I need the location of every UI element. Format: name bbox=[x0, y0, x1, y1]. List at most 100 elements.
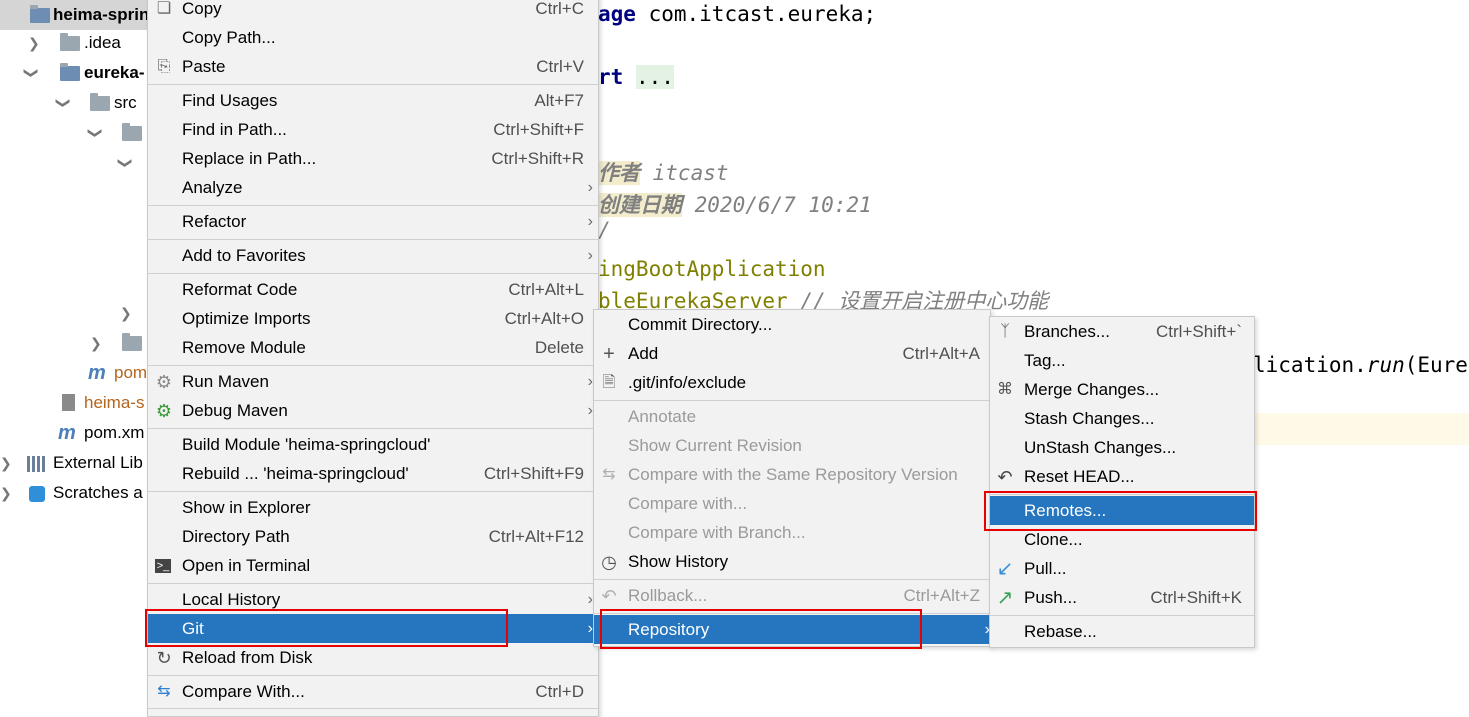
menu-item-directory-path[interactable]: Directory Path Ctrl+Alt+F12 bbox=[148, 522, 598, 551]
menu-item-remove-module[interactable]: Remove Module Delete bbox=[148, 333, 598, 362]
tree-item-root[interactable]: heima-sprin bbox=[0, 0, 150, 30]
separator bbox=[148, 583, 598, 584]
menu-item-shortcut: Ctrl+Alt+F12 bbox=[488, 527, 584, 546]
menu-item-compare-with[interactable]: Compare with... bbox=[594, 489, 990, 518]
code-line-author: 作者 itcast bbox=[598, 157, 729, 189]
menu-item-copy-path[interactable]: Copy Path... bbox=[148, 23, 598, 52]
menu-item-label: Replace in Path... bbox=[182, 149, 317, 168]
chevron-right-icon[interactable]: ❯ bbox=[120, 298, 132, 328]
plus-icon: + bbox=[603, 343, 615, 365]
separator bbox=[148, 428, 598, 429]
tree-item-scratches[interactable]: ❯ Scratches a bbox=[0, 478, 150, 508]
menu-item-merge-changes[interactable]: ⌘ Merge Changes... bbox=[990, 375, 1254, 404]
menu-item-label: Open in Terminal bbox=[182, 556, 311, 575]
chevron-down-icon[interactable]: ❯ bbox=[17, 67, 47, 79]
separator bbox=[594, 400, 990, 401]
menu-item-rollback[interactable]: ↶ Rollback... Ctrl+Alt+Z bbox=[594, 581, 990, 610]
menu-item-commit-directory[interactable]: Commit Directory... bbox=[594, 310, 990, 339]
code-line-run: lication.run(Eure bbox=[1253, 349, 1468, 381]
debug-gear-icon: ⚙ bbox=[155, 401, 173, 421]
menu-item-annotate[interactable]: Annotate bbox=[594, 402, 990, 431]
tree-item-java[interactable]: ❯ bbox=[0, 148, 150, 178]
menu-item-reformat-code[interactable]: Reformat Code Ctrl+Alt+L bbox=[148, 275, 598, 304]
menu-item-git-exclude[interactable]: 🗎 .git/info/exclude bbox=[594, 368, 990, 397]
menu-item-clone[interactable]: Clone... bbox=[990, 525, 1254, 554]
menu-item-shortcut: Ctrl+V bbox=[536, 57, 584, 76]
menu-item-reset-head[interactable]: ↶ Reset HEAD... bbox=[990, 462, 1254, 491]
menu-item-label: Pull... bbox=[1024, 559, 1067, 578]
menu-item-optimize-imports[interactable]: Optimize Imports Ctrl+Alt+O bbox=[148, 304, 598, 333]
menu-item-label: Merge Changes... bbox=[1024, 380, 1160, 399]
tree-item-main[interactable]: ❯ bbox=[0, 118, 150, 148]
separator bbox=[148, 239, 598, 240]
menu-item-label: Optimize Imports bbox=[182, 309, 311, 328]
menu-item-shortcut: Ctrl+Shift+R bbox=[491, 149, 584, 168]
menu-item-label: Tag... bbox=[1024, 351, 1066, 370]
chevron-down-icon[interactable]: ❯ bbox=[49, 97, 79, 109]
menu-item-add-to-favorites[interactable]: Add to Favorites › bbox=[148, 241, 598, 270]
menu-item-show-current-revision[interactable]: Show Current Revision bbox=[594, 431, 990, 460]
menu-item-label: Git bbox=[182, 619, 204, 638]
menu-item-show-in-explorer[interactable]: Show in Explorer bbox=[148, 493, 598, 522]
menu-item-git[interactable]: Git › bbox=[148, 614, 598, 643]
menu-item-stash-changes[interactable]: Stash Changes... bbox=[990, 404, 1254, 433]
menu-item-remotes[interactable]: Remotes... bbox=[990, 496, 1254, 525]
menu-item-compare-with-branch[interactable]: Compare with Branch... bbox=[594, 518, 990, 547]
separator bbox=[148, 84, 598, 85]
chevron-right-icon[interactable]: ❯ bbox=[28, 28, 40, 58]
menu-item-add[interactable]: + Add Ctrl+Alt+A bbox=[594, 339, 990, 368]
menu-item-rebuild[interactable]: Rebuild ... 'heima-springcloud' Ctrl+Shi… bbox=[148, 459, 598, 488]
menu-item-paste[interactable]: ⎘ Paste Ctrl+V bbox=[148, 52, 598, 81]
tree-item-iml[interactable]: heima-s bbox=[0, 388, 150, 418]
menu-item-refactor[interactable]: Refactor › bbox=[148, 207, 598, 236]
menu-item-run-maven[interactable]: ⚙ Run Maven › bbox=[148, 367, 598, 396]
menu-item-show-history[interactable]: ◷ Show History bbox=[594, 547, 990, 576]
tree-item-test[interactable]: ❯ bbox=[0, 328, 150, 358]
menu-item-debug-maven[interactable]: ⚙ Debug Maven › bbox=[148, 396, 598, 425]
menu-item-find-usages[interactable]: Find Usages Alt+F7 bbox=[148, 86, 598, 115]
tree-item-label: .idea bbox=[84, 33, 121, 52]
menu-item-shortcut: Alt+F7 bbox=[534, 91, 584, 110]
folded-imports[interactable]: ... bbox=[635, 65, 674, 89]
code-line-annotation1: ingBootApplication bbox=[598, 253, 826, 285]
menu-item-label: Reset HEAD... bbox=[1024, 467, 1135, 486]
copy-icon: ❏ bbox=[156, 0, 172, 17]
menu-item-compare-same-repo[interactable]: ⇆ Compare with the Same Repository Versi… bbox=[594, 460, 990, 489]
tree-item-resources[interactable]: ❯ bbox=[0, 298, 150, 328]
menu-item-reload-from-disk[interactable]: ↻ Reload from Disk bbox=[148, 643, 598, 672]
chevron-right-icon[interactable]: ❯ bbox=[0, 478, 12, 508]
menu-item-local-history[interactable]: Local History › bbox=[148, 585, 598, 614]
tree-item-src[interactable]: ❯ src bbox=[0, 88, 150, 118]
module-folder-icon bbox=[30, 5, 50, 23]
menu-item-compare-with[interactable]: ⇆ Compare With... Ctrl+D bbox=[148, 677, 598, 706]
menu-item-label: Commit Directory... bbox=[628, 315, 773, 334]
chevron-right-icon[interactable]: ❯ bbox=[0, 448, 12, 478]
tree-item-idea[interactable]: ❯ .idea bbox=[0, 28, 150, 58]
code-line-import: rt ... bbox=[598, 61, 674, 93]
menu-item-repository[interactable]: Repository › bbox=[594, 615, 990, 644]
menu-item-analyze[interactable]: Analyze › bbox=[148, 173, 598, 202]
menu-item-open-in-terminal[interactable]: >_ Open in Terminal bbox=[148, 551, 598, 580]
tree-item-pom-root[interactable]: m pom.xm bbox=[0, 418, 150, 448]
menu-item-branches[interactable]: ᛉ Branches... Ctrl+Shift+` bbox=[990, 317, 1254, 346]
maven-icon: m bbox=[58, 422, 76, 444]
menu-item-label: Run Maven bbox=[182, 372, 269, 391]
menu-item-shortcut: Ctrl+Alt+A bbox=[902, 344, 980, 363]
menu-item-rebase[interactable]: Rebase... bbox=[990, 617, 1254, 646]
tree-item-module[interactable]: ❯ eureka- bbox=[0, 58, 150, 88]
menu-item-replace-in-path[interactable]: Replace in Path... Ctrl+Shift+R bbox=[148, 144, 598, 173]
folder-icon bbox=[90, 93, 110, 111]
menu-item-tag[interactable]: Tag... bbox=[990, 346, 1254, 375]
chevron-right-icon[interactable]: ❯ bbox=[90, 328, 102, 358]
tree-item-external-libraries[interactable]: ❯ External Lib bbox=[0, 448, 150, 478]
menu-item-find-in-path[interactable]: Find in Path... Ctrl+Shift+F bbox=[148, 115, 598, 144]
menu-item-pull[interactable]: ↙ Pull... bbox=[990, 554, 1254, 583]
undo-icon: ↶ bbox=[997, 467, 1013, 487]
chevron-down-icon[interactable]: ❯ bbox=[111, 157, 141, 169]
menu-item-push[interactable]: ↗ Push... Ctrl+Shift+K bbox=[990, 583, 1254, 612]
menu-item-copy[interactable]: ❏ Copy Ctrl+C bbox=[148, 0, 598, 23]
chevron-down-icon[interactable]: ❯ bbox=[81, 127, 111, 139]
tree-item-pom-module[interactable]: m pom bbox=[0, 358, 150, 388]
menu-item-unstash-changes[interactable]: UnStash Changes... bbox=[990, 433, 1254, 462]
menu-item-build-module[interactable]: Build Module 'heima-springcloud' bbox=[148, 430, 598, 459]
